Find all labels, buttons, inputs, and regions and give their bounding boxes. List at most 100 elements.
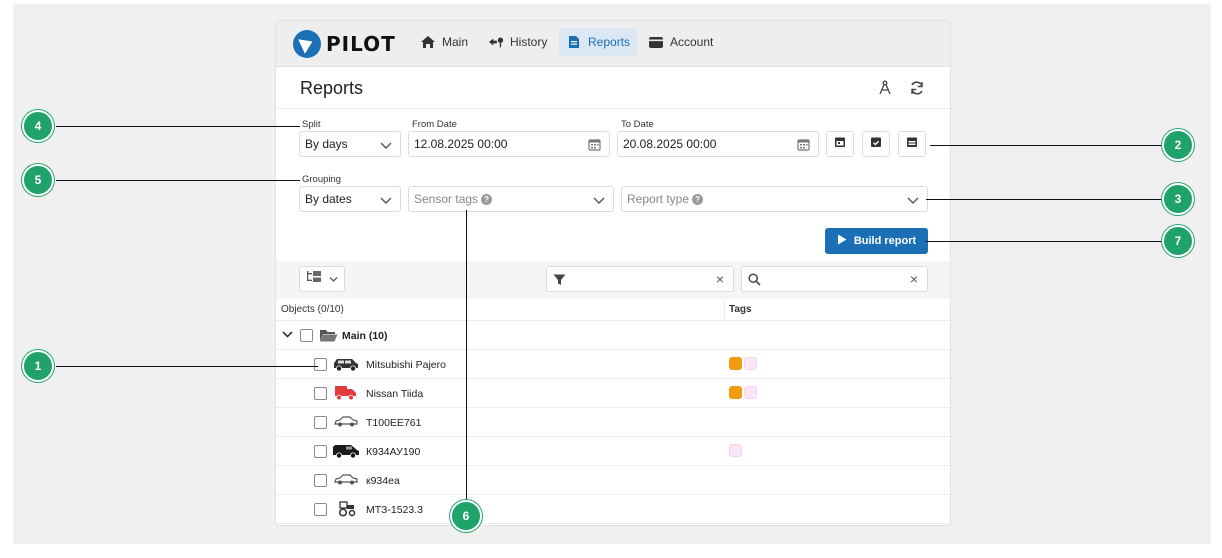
chevron-down-icon — [593, 194, 605, 208]
header-divider — [276, 108, 950, 109]
chevron-down-icon[interactable] — [282, 330, 293, 342]
build-report-label: Build report — [853, 235, 917, 247]
logo-text: PILOT — [326, 32, 396, 56]
chevron-down-icon — [380, 194, 392, 208]
row-checkbox[interactable] — [314, 503, 327, 516]
compass-tool-icon[interactable] — [876, 79, 894, 97]
callout-line-1 — [56, 366, 318, 367]
tree-structure-icon — [306, 270, 322, 288]
calendar-icon[interactable] — [588, 138, 601, 154]
object-name: К934АУ190 — [366, 446, 421, 458]
logo-mark-icon — [293, 30, 321, 58]
app-window: PILOT Main History Reports Account Repor… — [275, 20, 951, 526]
tag-pink — [729, 444, 742, 457]
search-input[interactable]: × — [741, 266, 928, 292]
group-row[interactable]: Main (10) — [276, 321, 950, 350]
callout-line-4 — [56, 126, 300, 127]
chevron-down-icon — [907, 194, 919, 208]
this-month-button[interactable] — [898, 131, 926, 157]
logo[interactable]: PILOT — [293, 29, 396, 59]
top-nav: PILOT Main History Reports Account — [276, 21, 950, 67]
today-button[interactable] — [826, 131, 854, 157]
tree-view-button[interactable] — [299, 266, 345, 292]
calendar-check-icon — [870, 135, 882, 153]
chevron-down-icon — [329, 270, 338, 288]
calendar-day-icon — [834, 135, 846, 153]
object-name: Mitsubishi Pajero — [366, 359, 446, 371]
tag-pink — [744, 386, 757, 399]
help-icon[interactable]: ? — [481, 193, 493, 205]
callout-1: 1 — [22, 350, 54, 382]
header-actions — [876, 79, 926, 97]
callout-7: 7 — [1162, 225, 1194, 257]
from-date-input[interactable]: 12.08.2025 00:00 — [408, 131, 610, 157]
tag-orange — [729, 386, 742, 399]
to-date-label: To Date — [621, 119, 654, 130]
column-objects[interactable]: Objects (0/10) — [281, 304, 344, 315]
clear-search-icon[interactable]: × — [910, 271, 918, 287]
calendar-month-icon — [906, 135, 918, 153]
this-week-button[interactable] — [862, 131, 890, 157]
group-checkbox[interactable] — [300, 329, 313, 342]
sensor-tags-placeholder: Sensor tags — [414, 192, 479, 206]
callout-line-5 — [56, 180, 300, 181]
grouping-label: Grouping — [302, 174, 342, 185]
column-divider — [724, 299, 725, 321]
filter-icon — [553, 273, 566, 291]
nav-item-history[interactable]: History — [481, 28, 554, 56]
row-checkbox[interactable] — [314, 387, 327, 400]
split-label: Split — [302, 119, 321, 130]
table-row[interactable]: T100EE761 — [276, 408, 950, 437]
grouping-select[interactable]: By dates — [299, 186, 401, 212]
object-name: МТЗ-1523.3 — [366, 504, 423, 516]
build-report-button[interactable]: Build report — [825, 228, 928, 254]
nav-item-label: Main — [442, 35, 469, 49]
row-checkbox[interactable] — [314, 445, 327, 458]
object-name: Nissan Tiida — [366, 388, 424, 400]
table-row[interactable]: к934еа — [276, 466, 950, 495]
objects-toolbar: × × — [276, 261, 950, 299]
clear-filter-icon[interactable]: × — [716, 271, 724, 287]
sensor-tags-select[interactable]: Sensor tags ? — [408, 186, 614, 212]
callout-6: 6 — [450, 500, 482, 532]
filter-input[interactable]: × — [546, 266, 734, 292]
table-row[interactable]: МТЗ-1523.3 — [276, 495, 950, 524]
row-checkbox[interactable] — [314, 474, 327, 487]
help-icon[interactable]: ? — [692, 193, 704, 205]
tractor-icon — [338, 501, 356, 520]
callout-line-3 — [926, 199, 1162, 200]
refresh-icon[interactable] — [908, 79, 926, 97]
calendar-icon[interactable] — [797, 138, 810, 154]
from-date-label: From Date — [412, 119, 457, 130]
table-row[interactable]: Mitsubishi Pajero — [276, 350, 950, 379]
report-type-select[interactable]: Report type ? — [621, 186, 928, 212]
table-row[interactable]: Nissan Tiida — [276, 379, 950, 408]
from-date-value: 12.08.2025 00:00 — [414, 137, 508, 151]
nav-item-account[interactable]: Account — [641, 28, 720, 56]
tag-orange — [729, 357, 742, 370]
to-date-input[interactable]: 20.08.2025 00:00 — [617, 131, 819, 157]
history-icon — [488, 35, 504, 49]
grouping-value: By dates — [305, 192, 352, 206]
callout-3: 3 — [1162, 183, 1194, 215]
folder-open-icon — [319, 329, 338, 345]
table-row[interactable]: К934АУ190 — [276, 437, 950, 466]
tag-pink — [744, 357, 757, 370]
wallet-icon — [648, 35, 664, 49]
nav-item-label: History — [510, 35, 548, 49]
nav-item-reports[interactable]: Reports — [559, 28, 638, 56]
callout-4: 4 — [22, 110, 54, 142]
callout-2: 2 — [1162, 129, 1194, 161]
van-icon — [332, 443, 360, 462]
car-icon — [334, 414, 358, 431]
split-select[interactable]: By days — [299, 131, 401, 157]
nav-item-label: Account — [670, 35, 714, 49]
nav-item-main[interactable]: Main — [413, 28, 475, 56]
group-label: Main (10) — [342, 330, 388, 342]
row-checkbox[interactable] — [314, 358, 327, 371]
row-checkbox[interactable] — [314, 416, 327, 429]
table-header: Objects (0/10) Tags — [276, 299, 950, 321]
callout-line-6 — [466, 210, 467, 500]
play-icon — [837, 234, 847, 248]
column-tags[interactable]: Tags — [729, 304, 752, 315]
